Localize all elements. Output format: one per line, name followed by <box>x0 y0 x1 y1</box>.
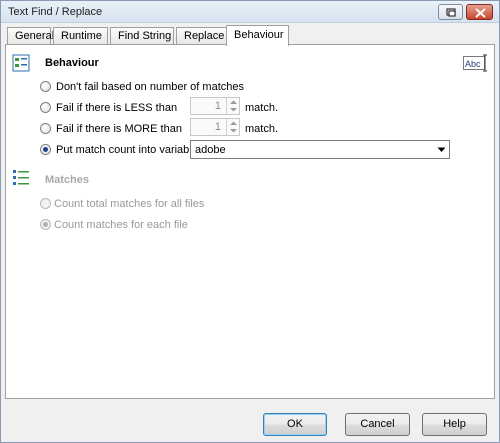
option-label: Count total matches for all files <box>54 198 205 210</box>
stepper-value: 1 <box>214 100 221 112</box>
radio-dont-fail[interactable] <box>40 81 51 92</box>
settings-list-icon <box>12 54 30 72</box>
radio-fail-more[interactable] <box>40 123 51 134</box>
help-button[interactable]: Help <box>422 413 487 436</box>
dialog-window: Text Find / Replace General Runtime Find… <box>0 0 500 443</box>
cancel-button[interactable]: Cancel <box>345 413 410 436</box>
tab-behaviour[interactable]: Behaviour <box>226 25 289 46</box>
tab-replace[interactable]: Replace <box>176 27 227 45</box>
section-divider <box>106 63 456 64</box>
spin-arrows-icon <box>230 100 237 112</box>
spin-arrows-icon <box>230 121 237 133</box>
option-label: Fail if there is MORE than <box>56 123 182 135</box>
match-suffix: match. <box>245 102 279 114</box>
selected-variable: adobe <box>195 144 226 156</box>
less-count-stepper[interactable]: 1 <box>190 97 240 115</box>
matches-section-title: Matches <box>45 174 90 186</box>
close-icon <box>475 8 486 18</box>
tab-general[interactable]: General <box>7 27 55 45</box>
tab-panel: Behaviour Abc Don't fail based on number… <box>5 44 495 399</box>
option-label: Fail if there is LESS than <box>56 102 178 114</box>
option-label: Count matches for each file <box>54 219 188 231</box>
text-field-icon: Abc <box>463 54 487 72</box>
tab-label: Runtime <box>61 30 102 42</box>
stepper-value: 1 <box>214 121 221 133</box>
close-button[interactable] <box>466 4 493 20</box>
window-title: Text Find / Replace <box>8 6 103 18</box>
chevron-down-icon <box>437 147 446 152</box>
more-count-stepper[interactable]: 1 <box>190 118 240 136</box>
tab-label: Behaviour <box>234 29 284 41</box>
behaviour-section-title: Behaviour <box>45 57 99 69</box>
list-icon <box>13 170 29 185</box>
stepper-buttons[interactable] <box>226 119 239 135</box>
restore-button[interactable] <box>438 4 463 20</box>
tab-runtime[interactable]: Runtime <box>53 27 108 45</box>
option-label: Put match count into variable <box>56 144 198 156</box>
ok-button[interactable]: OK <box>263 413 327 436</box>
radio-count-each[interactable] <box>40 219 51 230</box>
tab-label: Replace <box>184 30 225 42</box>
variable-select[interactable]: adobe <box>190 140 450 159</box>
stepper-buttons[interactable] <box>226 98 239 114</box>
tab-find-string[interactable]: Find String <box>110 27 174 45</box>
svg-text:Abc: Abc <box>465 59 481 69</box>
match-suffix: match. <box>245 123 279 135</box>
tab-label: General <box>15 30 55 42</box>
restore-icon <box>446 8 456 17</box>
radio-count-total[interactable] <box>40 198 51 209</box>
radio-fail-less[interactable] <box>40 102 51 113</box>
section-divider <box>94 179 449 180</box>
tab-label: Find String <box>118 30 172 42</box>
radio-match-count-variable[interactable] <box>40 144 51 155</box>
title-bar: Text Find / Replace <box>1 1 499 23</box>
option-label: Don't fail based on number of matches <box>56 81 244 93</box>
